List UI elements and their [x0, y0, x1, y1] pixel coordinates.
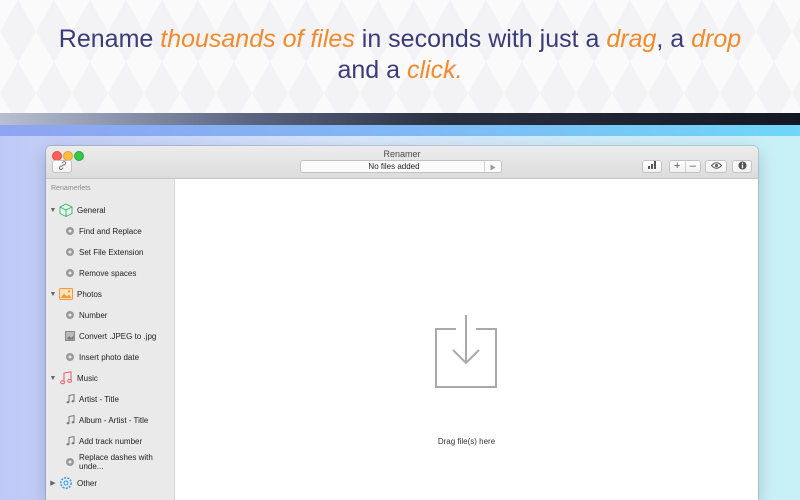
renamerlets-sidebar: Renamerlets ▼ General Find and Replace S…	[46, 179, 175, 500]
sidebar-item-album-artist-title[interactable]: Album - Artist - Title	[46, 410, 174, 430]
sidebar-item-label: Remove spaces	[79, 268, 137, 278]
sidebar-item-remove-spaces[interactable]: Remove spaces	[46, 263, 174, 283]
sidebar-item-label: Convert .JPEG to .jpg	[79, 331, 157, 341]
download-tray-icon	[434, 313, 498, 394]
add-remove-segmented-control: + –	[669, 160, 701, 173]
title-bar: Renamer No files added + –	[46, 146, 758, 179]
headline-emphasis: click.	[406, 56, 463, 84]
headline-emphasis: thousands of files	[160, 25, 355, 53]
decorative-stripe-dark	[0, 113, 800, 125]
sidebar-group-label: Music	[77, 373, 98, 383]
sidebar-group-general[interactable]: ▼ General	[46, 200, 174, 220]
sidebar-group-label: Other	[77, 478, 98, 488]
music-note-icon	[65, 436, 75, 446]
disclosure-triangle-icon[interactable]: ▼	[48, 375, 58, 382]
music-note-icon	[59, 371, 73, 385]
sidebar-item-convert-jpeg[interactable]: Convert .JPEG to .jpg	[46, 326, 174, 346]
gear-icon	[65, 226, 75, 236]
drop-hint-label: Drag file(s) here	[437, 437, 496, 446]
sidebar-item-set-file-extension[interactable]: Set File Extension	[46, 242, 174, 262]
sidebar-item-find-and-replace[interactable]: Find and Replace	[46, 221, 174, 241]
sidebar-item-label: Album - Artist - Title	[79, 415, 149, 425]
file-drop-area[interactable]: Drag file(s) here	[175, 179, 758, 500]
sidebar-group-other[interactable]: ▶ Other	[46, 473, 174, 493]
sidebar-item-label: Artist - Title	[79, 394, 120, 404]
gear-icon	[65, 310, 75, 320]
disclosure-triangle-icon[interactable]: ▼	[48, 207, 58, 214]
sidebar-item-label: Insert photo date	[79, 352, 140, 362]
eye-icon	[710, 161, 722, 172]
sidebar-item-insert-photo-date[interactable]: Insert photo date	[46, 347, 174, 367]
statistics-button[interactable]	[642, 160, 662, 173]
sidebar-group-photos[interactable]: ▼ Photos	[46, 284, 174, 304]
sidebar-item-label: Number	[79, 310, 108, 320]
music-note-icon	[65, 415, 75, 425]
headline-part: Rename	[58, 25, 161, 53]
app-window: Renamer No files added + – Renamerlets ▼…	[46, 146, 758, 500]
window-title: Renamer	[383, 149, 421, 159]
photo-icon	[59, 287, 73, 301]
status-text: No files added	[368, 162, 420, 171]
headline-emphasis: drag	[606, 25, 657, 53]
disclosure-triangle-icon[interactable]: ▼	[48, 291, 58, 298]
info-icon	[737, 160, 747, 173]
status-field: No files added	[300, 160, 502, 173]
remove-button[interactable]: –	[684, 161, 701, 172]
headline-part: , a	[656, 25, 692, 53]
promo-headline: Rename thousands of files in seconds wit…	[0, 24, 800, 86]
headline-part: and a	[337, 56, 407, 84]
sidebar-item-add-track-number[interactable]: Add track number	[46, 431, 174, 451]
sidebar-item-label: Set File Extension	[79, 247, 144, 257]
play-icon	[490, 158, 496, 176]
sidebar-group-label: Photos	[77, 289, 102, 299]
sidebar-header: Renamerlets	[51, 185, 91, 192]
sidebar-item-label: Find and Replace	[79, 226, 142, 236]
sidebar-group-label: General	[77, 205, 106, 215]
image-file-icon	[65, 331, 75, 341]
headline-emphasis: drop	[691, 25, 742, 53]
sidebar-item-label: Add track number	[79, 436, 143, 446]
sidebar-item-number[interactable]: Number	[46, 305, 174, 325]
gear-icon	[65, 268, 75, 278]
gear-icon	[59, 476, 73, 490]
sidebar-item-label: Replace dashes with unde...	[79, 453, 153, 471]
gear-icon	[65, 457, 75, 467]
preview-button[interactable]	[705, 160, 727, 173]
sidebar-group-music[interactable]: ▼ Music	[46, 368, 174, 388]
disclosure-triangle-icon[interactable]: ▶	[48, 479, 58, 487]
gear-icon	[65, 247, 75, 257]
run-rename-button[interactable]	[484, 161, 501, 172]
link-icon	[58, 160, 67, 173]
info-button[interactable]	[732, 160, 752, 173]
sidebar-item-artist-title[interactable]: Artist - Title	[46, 389, 174, 409]
bar-chart-icon	[647, 161, 657, 172]
cube-icon	[59, 203, 73, 217]
add-button[interactable]: +	[670, 161, 685, 172]
headline-line-1: Rename thousands of files in seconds wit…	[0, 24, 800, 55]
headline-line-2: and a click.	[0, 55, 800, 86]
music-note-icon	[65, 394, 75, 404]
sidebar-item-replace-dashes[interactable]: Replace dashes with unde...	[46, 452, 174, 472]
link-button[interactable]	[52, 160, 72, 173]
photo-gear-icon	[65, 352, 75, 362]
headline-part: in seconds with just a	[354, 25, 607, 53]
decorative-stripe-light	[0, 125, 800, 136]
